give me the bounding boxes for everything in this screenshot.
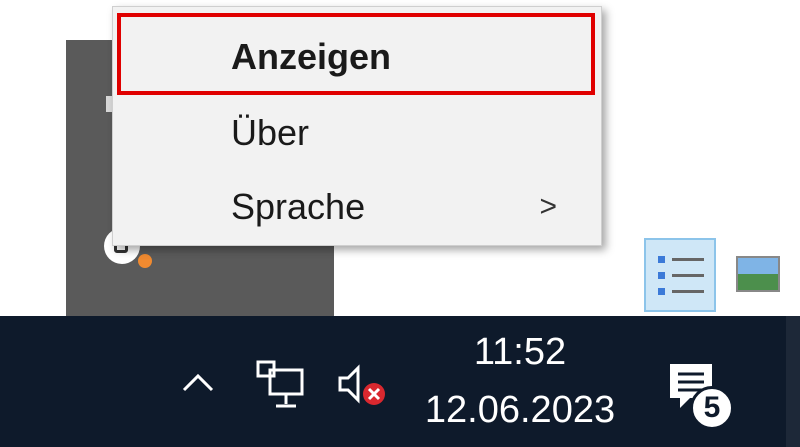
chevron-up-icon[interactable] [178, 362, 218, 402]
network-icon[interactable] [250, 356, 314, 416]
menu-item-label: Über [231, 112, 310, 153]
menu-item-label: Anzeigen [231, 36, 392, 77]
menu-item-anzeigen[interactable]: Anzeigen [113, 21, 601, 93]
taskbar-clock[interactable]: 11:52 12.06.2023 [410, 316, 630, 447]
clock-time: 11:52 [473, 331, 567, 373]
show-desktop-button[interactable] [786, 316, 800, 447]
notification-count-badge: 5 [690, 386, 734, 430]
menu-item-label: Sprache [231, 186, 366, 227]
status-dot-icon [138, 254, 152, 268]
chevron-right-icon: > [539, 190, 557, 223]
screen: Anzeigen Über Sprache > 11:52 12.06.2023… [0, 0, 800, 447]
clock-date: 12.06.2023 [424, 389, 616, 431]
taskbar: 11:52 12.06.2023 5 [0, 316, 800, 447]
menu-item-sprache[interactable]: Sprache > [113, 171, 601, 243]
menu-item-ueber[interactable]: Über [113, 97, 601, 169]
image-view-icon[interactable] [736, 256, 780, 292]
details-view-icon[interactable] [644, 238, 716, 312]
tray-context-menu: Anzeigen Über Sprache > [112, 6, 602, 246]
volume-muted-icon[interactable] [332, 358, 396, 414]
